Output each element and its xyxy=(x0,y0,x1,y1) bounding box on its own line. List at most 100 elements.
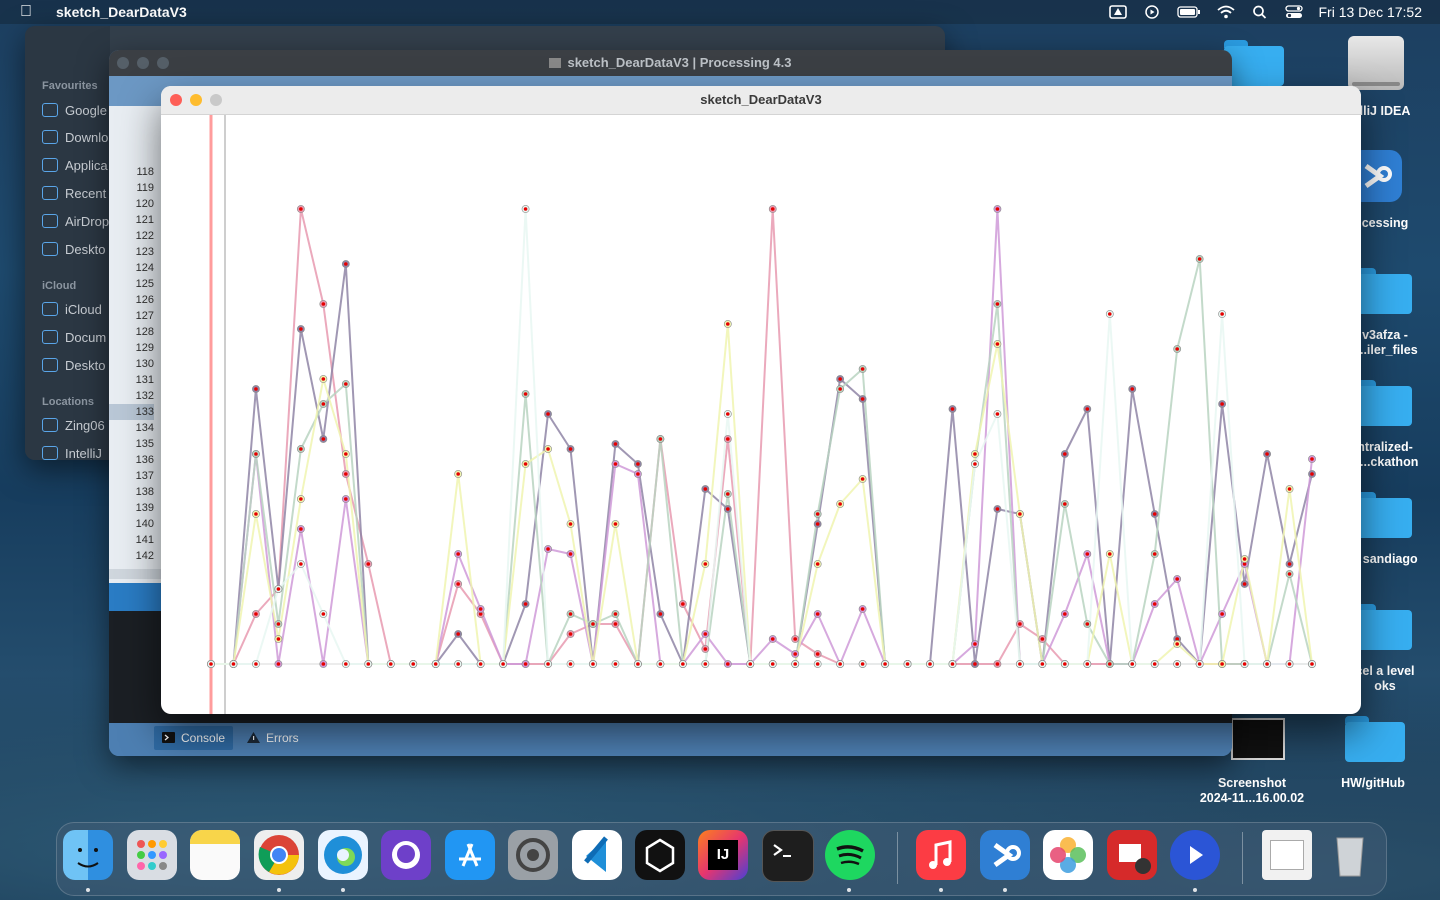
data-point-center xyxy=(546,662,550,666)
running-indicator xyxy=(939,888,943,892)
sidebar-item[interactable]: AirDrop xyxy=(42,214,109,229)
trash-dock-icon[interactable] xyxy=(1325,830,1375,880)
desktop-item-screenshot[interactable]: Screenshot 2024-11...16.00.02 xyxy=(1197,776,1307,806)
folder-icon[interactable] xyxy=(1352,492,1412,538)
dock-separator xyxy=(1242,832,1243,884)
vscode-dock-icon[interactable] xyxy=(572,830,622,880)
data-point-center xyxy=(1063,452,1067,456)
launchpad-dock-icon[interactable] xyxy=(127,830,177,880)
github-desktop-dock-icon[interactable] xyxy=(381,830,431,880)
tab-console-label: Console xyxy=(181,731,226,745)
data-point-center xyxy=(254,452,258,456)
tab-console[interactable]: Console xyxy=(154,726,234,750)
data-point-center xyxy=(321,612,326,616)
unity-dock-icon[interactable] xyxy=(635,830,685,880)
data-point-center xyxy=(973,462,977,466)
screenshot-thumbnail[interactable] xyxy=(1231,718,1285,760)
music-dock-icon[interactable] xyxy=(916,830,966,880)
data-point-center xyxy=(254,612,258,616)
data-point-center xyxy=(456,582,460,586)
sketch-titlebar: sketch_DearDataV3 xyxy=(161,86,1361,115)
data-point-center xyxy=(770,662,775,666)
folder-icon[interactable] xyxy=(1224,40,1284,86)
app-store-dock-icon[interactable] xyxy=(445,830,495,880)
line-number: 119 xyxy=(136,182,154,194)
data-point-center xyxy=(613,662,618,666)
data-point-center xyxy=(478,607,483,611)
tab-errors[interactable]: Errors xyxy=(239,726,307,750)
chrome-dock-icon[interactable] xyxy=(254,830,304,880)
spotlight-search-icon[interactable] xyxy=(1251,5,1269,19)
terminal-dock-icon[interactable] xyxy=(762,830,814,882)
battery-icon[interactable] xyxy=(1176,5,1201,19)
ide-window-controls[interactable] xyxy=(117,57,169,69)
data-point-center xyxy=(501,662,505,666)
photos-dock-icon[interactable] xyxy=(1043,830,1093,880)
data-point-center xyxy=(860,607,865,611)
line-number: 140 xyxy=(135,518,154,530)
folder-icon[interactable] xyxy=(1352,604,1412,650)
system-settings-dock-icon[interactable] xyxy=(508,830,558,880)
sketch-window[interactable]: sketch_DearDataV3 xyxy=(161,86,1361,714)
finder-dock-icon[interactable] xyxy=(63,830,113,880)
processing-dock-icon[interactable] xyxy=(980,830,1030,880)
sidebar-item[interactable]: Deskto xyxy=(42,242,105,257)
sidebar-item[interactable]: Zing06 xyxy=(42,418,105,433)
data-point-center xyxy=(344,662,348,666)
airdrop-icon xyxy=(42,214,58,228)
spotify-dock-icon[interactable] xyxy=(825,830,875,880)
photo-booth-dock-icon[interactable] xyxy=(1107,830,1157,880)
sidebar-item[interactable]: Deskto xyxy=(42,358,105,373)
folder-icon[interactable] xyxy=(1352,380,1412,426)
line-number: 137 xyxy=(135,470,154,482)
data-point-center xyxy=(636,662,640,666)
sketch-window-controls[interactable] xyxy=(170,94,222,106)
data-point-center xyxy=(636,472,640,476)
sidebar-item[interactable]: IntelliJ xyxy=(42,446,102,460)
line-number: 136 xyxy=(135,454,154,466)
data-point-center xyxy=(321,402,326,406)
line-number: 142 xyxy=(135,550,154,562)
data-point-center xyxy=(591,622,595,626)
data-point-center xyxy=(456,632,460,636)
apple-menu-icon[interactable]:  xyxy=(20,3,36,21)
control-center-icon[interactable] xyxy=(1284,5,1303,19)
desktop-item-label: cel a level oks xyxy=(1355,664,1415,693)
desktop-item-label: v3afza - -...iler_files xyxy=(1352,328,1418,357)
zoom-icon[interactable] xyxy=(210,94,222,106)
horizontal-scrollbar[interactable] xyxy=(109,569,161,579)
data-point-center xyxy=(568,552,573,556)
data-point-center xyxy=(411,662,416,666)
data-point-center xyxy=(321,437,326,441)
sidebar-item[interactable]: Google xyxy=(42,103,107,118)
menu-bar-clock[interactable]: Fri 13 Dec 17:52 xyxy=(1319,4,1423,20)
edge-dock-icon[interactable] xyxy=(318,830,368,880)
document-stack-dock-icon[interactable] xyxy=(1262,830,1312,880)
close-icon[interactable] xyxy=(170,94,182,106)
data-point-center xyxy=(613,522,618,526)
sidebar-item[interactable]: Downlo xyxy=(42,130,108,145)
intellij-dock-icon[interactable]: IJ xyxy=(698,830,748,880)
wifi-icon[interactable] xyxy=(1216,5,1235,19)
active-app-name[interactable]: sketch_DearDataV3 xyxy=(56,4,187,20)
quicktime-dock-icon[interactable] xyxy=(1170,830,1220,880)
desktop-item-label: cessing xyxy=(1361,216,1409,230)
minimize-icon[interactable] xyxy=(190,94,202,106)
folder-icon[interactable] xyxy=(1345,716,1405,762)
desktop-item-folder[interactable]: HW/gitHub xyxy=(1318,776,1428,791)
sidebar-item[interactable]: Docum xyxy=(42,330,106,345)
play-icon[interactable] xyxy=(1143,5,1161,19)
sidebar-item[interactable]: Applica xyxy=(42,158,108,173)
data-point-center xyxy=(568,662,573,666)
data-point-center xyxy=(344,472,348,476)
sidebar-item[interactable]: Recent xyxy=(42,186,106,201)
drive-icon[interactable] xyxy=(1108,5,1127,19)
sidebar-item[interactable]: iCloud xyxy=(42,302,102,317)
notes-dock-icon[interactable] xyxy=(190,830,240,880)
data-point-center xyxy=(815,652,820,656)
data-point-center xyxy=(725,507,730,511)
data-point-center xyxy=(950,662,955,666)
folder-icon[interactable] xyxy=(1352,268,1412,314)
menu-bar:  sketch_DearDataV3 Fri 13 Dec 17:52 xyxy=(0,0,1440,24)
data-point-center xyxy=(366,562,371,566)
